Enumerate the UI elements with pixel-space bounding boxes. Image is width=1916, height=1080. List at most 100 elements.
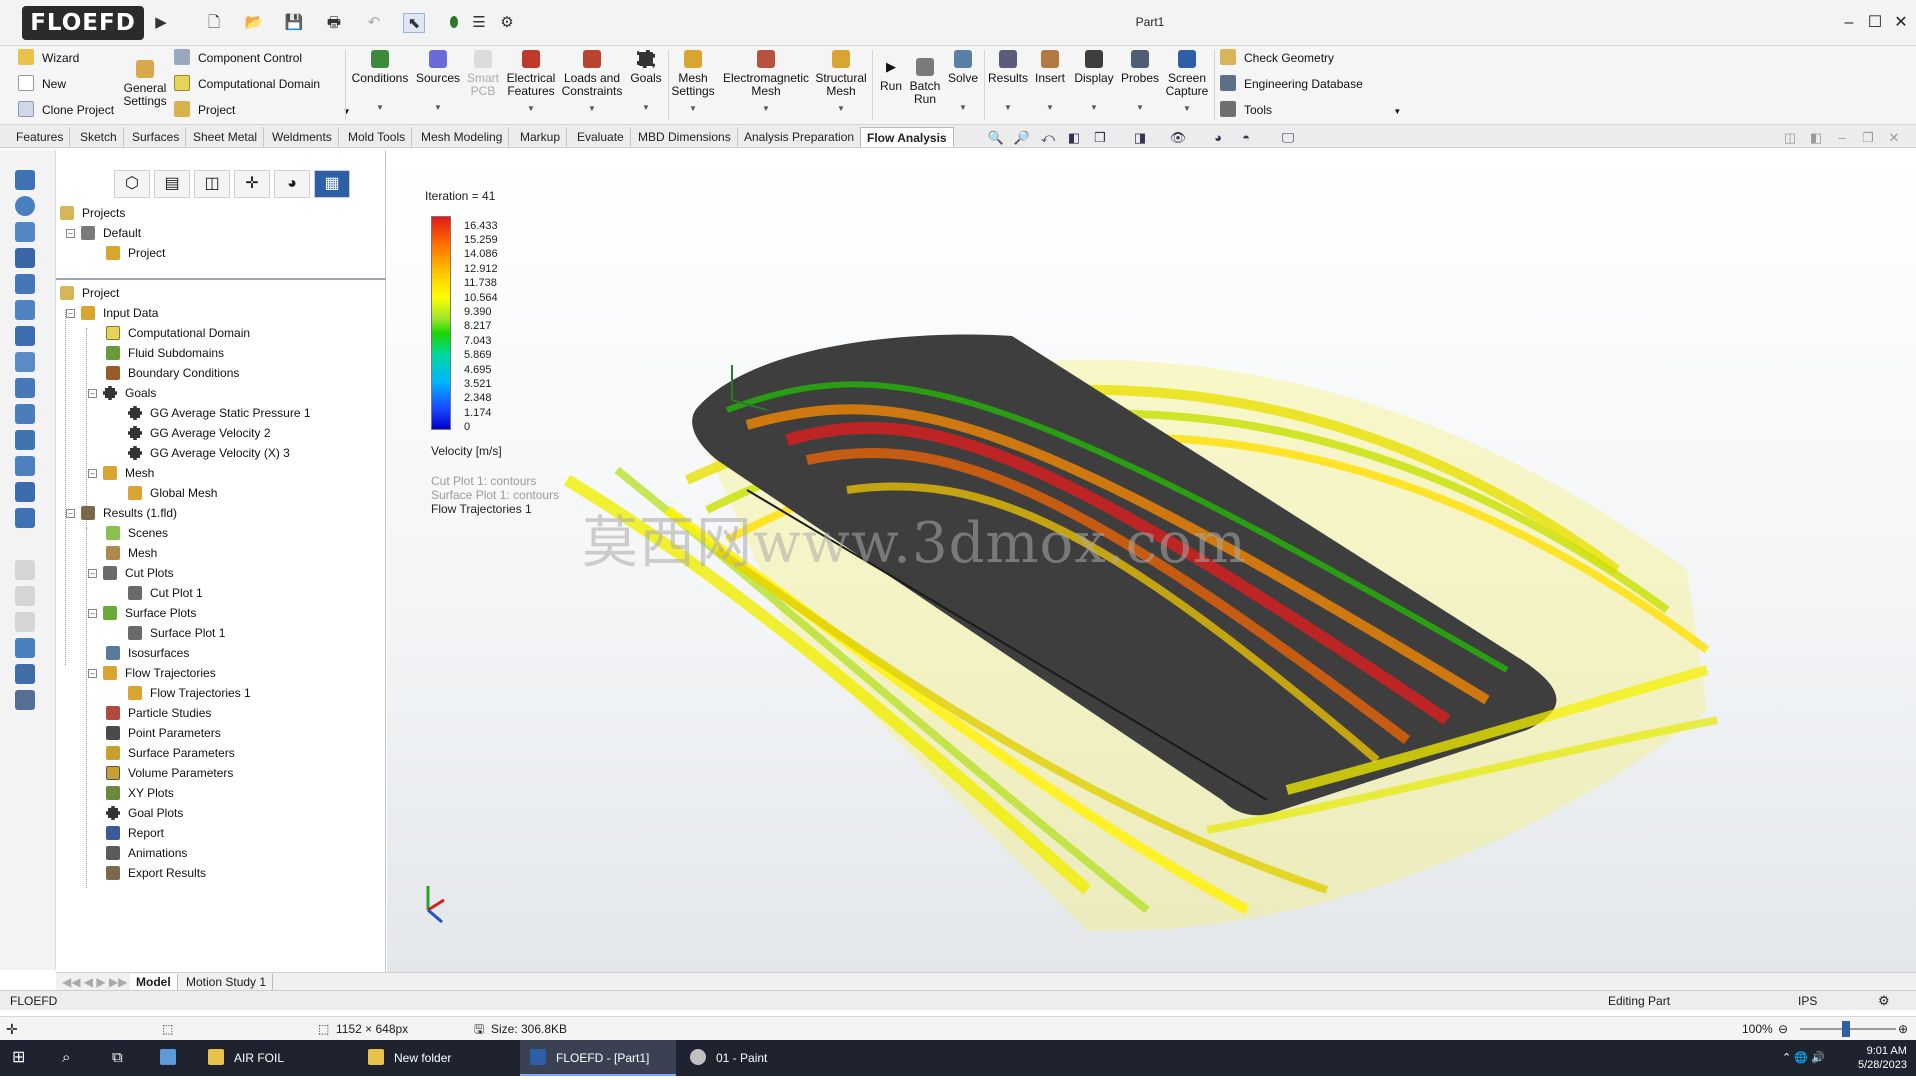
flow-analysis-tree-tab[interactable]: ▦: [314, 170, 350, 198]
taskbar-new-folder[interactable]: New folder: [368, 1040, 451, 1076]
disabled-tool-icon[interactable]: [15, 560, 35, 580]
mirror-icon[interactable]: [15, 404, 35, 424]
zoom-out-icon[interactable]: ⊖: [1778, 1017, 1788, 1041]
collapse-icon[interactable]: –: [66, 229, 75, 238]
close-button[interactable]: ✕: [1888, 10, 1914, 36]
clone-project-button[interactable]: Clone Project: [18, 98, 114, 122]
computational-domain-button[interactable]: Computational Domain: [174, 72, 320, 96]
tab-markup[interactable]: Markup: [514, 127, 568, 147]
select-cursor-icon[interactable]: ⬉: [403, 13, 425, 33]
tab-mold-tools[interactable]: Mold Tools: [342, 127, 413, 147]
mesh-settings-button[interactable]: Mesh Settings ▼: [670, 50, 716, 115]
dimxpert-tab[interactable]: ✛: [234, 170, 270, 198]
zoom-in-icon[interactable]: ⊕: [1898, 1017, 1908, 1041]
tree-node-surface-plots[interactable]: – Surface Plots: [88, 604, 196, 622]
component-control-button[interactable]: Component Control: [174, 46, 302, 70]
tab-evaluate[interactable]: Evaluate: [571, 127, 631, 147]
structural-mesh-dropdown-icon[interactable]: ▼: [814, 102, 868, 115]
edit-appearance-icon[interactable]: ◕: [1208, 129, 1228, 147]
apply-scene-icon[interactable]: ◓: [1236, 129, 1256, 147]
tree-node-default[interactable]: – Default: [66, 224, 141, 242]
sources-dropdown-icon[interactable]: ▼: [414, 101, 462, 114]
tree-node-project[interactable]: Project: [60, 284, 119, 302]
wrap-icon[interactable]: [15, 508, 35, 528]
sources-button[interactable]: Sources ▼: [414, 50, 462, 114]
clock[interactable]: 9:01 AM 5/28/2023: [1858, 1044, 1907, 1080]
disabled-tool-icon[interactable]: [15, 586, 35, 606]
curves-icon[interactable]: [15, 664, 35, 684]
goals-dropdown-icon[interactable]: ▼: [626, 101, 666, 114]
probes-button[interactable]: Probes ▼: [1120, 50, 1160, 114]
tree-node-fluid-subdomains[interactable]: Fluid Subdomains: [106, 344, 224, 362]
tools-button[interactable]: Tools ▼: [1220, 98, 1401, 122]
maximize-button[interactable]: ☐: [1862, 10, 1888, 36]
pane-splitter[interactable]: [56, 278, 386, 282]
minimize-button[interactable]: –: [1836, 10, 1862, 36]
save-icon[interactable]: 💾: [283, 13, 305, 33]
tree-node-results[interactable]: – Results (1.fld): [66, 504, 177, 522]
fillet-icon[interactable]: [15, 326, 35, 346]
screen-capture-button[interactable]: Screen Capture ▼: [1162, 50, 1212, 115]
tree-node-mesh[interactable]: – Mesh: [88, 464, 154, 482]
collapse-icon[interactable]: –: [88, 469, 97, 478]
loads-constraints-button[interactable]: Loads and Constraints ▼: [560, 50, 624, 115]
tree-node-report[interactable]: Report: [106, 824, 164, 842]
doc-close-icon[interactable]: ✕: [1884, 129, 1904, 147]
split-pane-icon[interactable]: ◧: [1806, 129, 1826, 147]
taskbar-floefd[interactable]: FLOEFD - [Part1]: [520, 1040, 676, 1076]
collapse-icon[interactable]: –: [88, 669, 97, 678]
electrical-features-dropdown-icon[interactable]: ▼: [504, 102, 558, 115]
tree-node-input-data[interactable]: – Input Data: [66, 304, 158, 322]
display-button[interactable]: Display ▼: [1070, 50, 1118, 114]
solve-dropdown-icon[interactable]: ▼: [944, 101, 982, 114]
customize-status-icon[interactable]: ⚙: [1878, 991, 1890, 1011]
instant3d-icon[interactable]: [15, 690, 35, 710]
restore-pane-icon[interactable]: ◫: [1780, 129, 1800, 147]
tools-dropdown-icon[interactable]: ▼: [1393, 107, 1401, 116]
tree-node-results-mesh[interactable]: Mesh: [106, 544, 157, 562]
tree-node-isosurfaces[interactable]: Isosurfaces: [106, 644, 189, 662]
tree-node-export-results[interactable]: Export Results: [106, 864, 206, 882]
options-gear-icon[interactable]: ⚙: [496, 13, 518, 33]
tree-node-goals[interactable]: – Goals: [88, 384, 156, 402]
tree-node-particle-studies[interactable]: Particle Studies: [106, 704, 211, 722]
rebuild-traffic-light-icon[interactable]: ⬮: [443, 13, 465, 33]
status-units[interactable]: IPS: [1798, 991, 1817, 1011]
doc-restore-icon[interactable]: ❐: [1858, 129, 1878, 147]
undo-icon[interactable]: ↶: [363, 13, 385, 33]
tree-node-volume-parameters[interactable]: Volume Parameters: [106, 764, 233, 782]
batch-run-button[interactable]: Batch Run: [908, 58, 942, 106]
view-orientation-icon[interactable]: ❒: [1090, 129, 1110, 147]
tree-node-xy-plots[interactable]: XY Plots: [106, 784, 174, 802]
sweep-icon[interactable]: [15, 222, 35, 242]
file-properties-icon[interactable]: ☰: [468, 13, 490, 33]
run-button[interactable]: ▶ Run: [874, 58, 908, 93]
conditions-dropdown-icon[interactable]: ▼: [348, 101, 412, 114]
tree-node-global-mesh[interactable]: Global Mesh: [128, 484, 217, 502]
tree-node-projects[interactable]: Projects: [60, 204, 125, 222]
electrical-features-button[interactable]: Electrical Features ▼: [504, 50, 558, 115]
hide-show-items-icon[interactable]: 👁: [1168, 129, 1188, 147]
general-settings-button[interactable]: General Settings: [120, 60, 170, 108]
tree-node-computational-domain[interactable]: Computational Domain: [106, 324, 250, 342]
previous-view-icon[interactable]: ⤺: [1038, 129, 1058, 147]
tree-node-cut-plots[interactable]: – Cut Plots: [88, 564, 174, 582]
results-dropdown-icon[interactable]: ▼: [986, 101, 1030, 114]
check-geometry-button[interactable]: Check Geometry: [1220, 46, 1334, 70]
chamfer-icon[interactable]: [15, 352, 35, 372]
reference-geometry-icon[interactable]: [15, 638, 35, 658]
disabled-tool-icon[interactable]: [15, 612, 35, 632]
loads-constraints-dropdown-icon[interactable]: ▼: [560, 102, 624, 115]
new-document-icon[interactable]: 🗋: [203, 13, 225, 33]
rib-icon[interactable]: [15, 430, 35, 450]
tree-node-surface-plot-1[interactable]: Surface Plot 1: [128, 624, 225, 642]
zoom-to-fit-icon[interactable]: 🔍: [986, 129, 1006, 147]
tab-surfaces[interactable]: Surfaces: [126, 127, 187, 147]
tab-flow-analysis[interactable]: Flow Analysis: [860, 127, 954, 147]
tree-node-goal-plots[interactable]: Goal Plots: [106, 804, 183, 822]
probes-dropdown-icon[interactable]: ▼: [1120, 101, 1160, 114]
display-dropdown-icon[interactable]: ▼: [1070, 101, 1118, 114]
tree-node-scenes[interactable]: Scenes: [106, 524, 168, 542]
tab-features[interactable]: Features: [10, 127, 71, 147]
tab-analysis-preparation[interactable]: Analysis Preparation: [738, 127, 862, 147]
